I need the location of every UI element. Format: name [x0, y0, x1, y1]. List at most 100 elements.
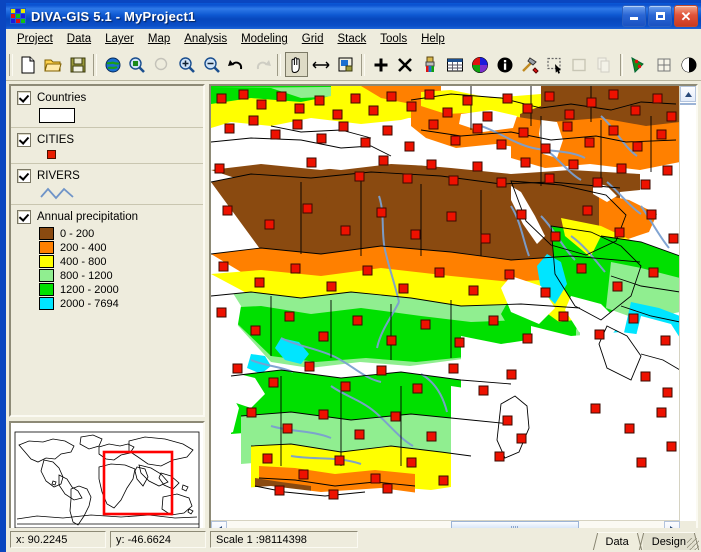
remove-layer-button[interactable]: [394, 52, 417, 77]
undo-zoom-icon: [227, 59, 242, 69]
measure-distance-button[interactable]: [310, 52, 333, 77]
add-layer-icon: [374, 58, 388, 71]
tab-data[interactable]: Data: [596, 532, 638, 550]
layer-item-annual-precipitation[interactable]: Annual precipitation 0 - 200 200 - 400 4…: [11, 205, 203, 315]
menu-bar: Project Data Layer Map Analysis Modeling…: [6, 29, 701, 49]
layer-label-rivers: RIVERS: [37, 170, 80, 182]
redo-zoom-button[interactable]: [250, 52, 273, 77]
legend-color-swatch: [39, 255, 54, 268]
chevron-up-icon: [684, 91, 692, 97]
clear-selection-button[interactable]: [568, 52, 591, 77]
legend-class-label: 200 - 400: [60, 241, 107, 254]
save-project-button[interactable]: [67, 52, 90, 77]
legend-class-label: 800 - 1200: [60, 269, 113, 282]
zoom-in-button[interactable]: [176, 52, 199, 77]
title-bar: DIVA-GIS 5.1 - MyProject1 ✕: [6, 3, 701, 29]
scroll-up-button[interactable]: [680, 86, 696, 102]
point-to-grid-icon: [631, 56, 644, 73]
layer-checkbox-countries[interactable]: [17, 91, 31, 105]
menu-analysis-label: Analysis: [184, 33, 228, 45]
window-title: DIVA-GIS 5.1 - MyProject1: [31, 8, 196, 24]
menu-modeling[interactable]: Modeling: [234, 31, 295, 47]
layer-checkbox-annual-precipitation[interactable]: [17, 210, 31, 224]
layer-properties-button[interactable]: [419, 52, 442, 77]
status-bar: x: 90.2245 y: -46.6624 Scale 1 :98114398…: [6, 528, 701, 552]
zoom-previous-button[interactable]: [151, 52, 174, 77]
menu-tools-label: Tools: [380, 33, 408, 45]
zoom-to-layer-icon: [129, 56, 146, 73]
polygon-swatch-icon: [39, 108, 75, 123]
menu-stack[interactable]: Stack: [330, 31, 373, 47]
tools-button[interactable]: [518, 52, 541, 77]
point-to-grid-button[interactable]: [627, 52, 650, 77]
grid-button[interactable]: [652, 52, 675, 77]
legend-class-row: 400 - 800: [39, 255, 203, 268]
main-map-canvas[interactable]: [211, 86, 680, 521]
identify-button[interactable]: [493, 52, 516, 77]
legend-button[interactable]: [469, 52, 492, 77]
close-button[interactable]: ✕: [674, 5, 698, 27]
zoom-out-button[interactable]: [201, 52, 224, 77]
menu-data-label: Data: [66, 33, 92, 45]
menu-map[interactable]: Map: [141, 31, 177, 47]
legend-class-row: 2000 - 7694: [39, 297, 203, 310]
map-vertical-scrollbar[interactable]: [679, 86, 696, 521]
legend-color-swatch: [39, 297, 54, 310]
add-layer-button[interactable]: [369, 52, 392, 77]
globe-button[interactable]: [677, 52, 700, 77]
menu-layer[interactable]: Layer: [98, 31, 141, 47]
new-project-button[interactable]: [17, 52, 40, 77]
resize-grip-icon[interactable]: [687, 538, 699, 550]
layers-legend-panel[interactable]: Countries CITIES RIVERS Annual precipita…: [9, 84, 205, 417]
layer-checkbox-cities[interactable]: [17, 133, 31, 147]
menu-analysis[interactable]: Analysis: [177, 31, 234, 47]
legend-class-label: 400 - 800: [60, 255, 107, 268]
layer-item-cities[interactable]: CITIES: [11, 128, 203, 164]
menu-tools[interactable]: Tools: [373, 31, 414, 47]
legend-class-label: 2000 - 7694: [60, 297, 119, 310]
clear-selection-icon: [572, 58, 587, 71]
menu-project[interactable]: Project: [10, 31, 60, 47]
world-overview-map[interactable]: [9, 421, 205, 539]
main-toolbar: [6, 49, 701, 81]
remove-layer-icon: [398, 57, 413, 72]
minimize-button[interactable]: [622, 5, 646, 27]
open-project-icon: [44, 59, 62, 71]
legend-color-swatch: [39, 269, 54, 282]
layer-symbol-cities: [39, 150, 203, 159]
close-icon: ✕: [680, 8, 692, 24]
menu-data[interactable]: Data: [60, 31, 98, 47]
zoom-to-layer-button[interactable]: [126, 52, 149, 77]
status-map-scale: Scale 1 :98114398: [210, 531, 358, 548]
select-by-box-icon: [338, 57, 353, 71]
map-frame: [209, 84, 698, 539]
zoom-full-extent-button[interactable]: [101, 52, 124, 77]
toolbar-separator: [361, 53, 366, 76]
map-graphic: [211, 86, 680, 521]
maximize-button[interactable]: [648, 5, 672, 27]
maximize-icon: [655, 12, 665, 20]
menu-help[interactable]: Help: [414, 31, 452, 47]
vertical-scroll-thumb[interactable]: [680, 103, 696, 105]
undo-zoom-button[interactable]: [225, 52, 248, 77]
tools-hammer-icon: [521, 56, 539, 74]
layer-item-countries[interactable]: Countries: [11, 86, 203, 128]
point-swatch-icon: [47, 150, 56, 159]
toolbar-separator: [93, 53, 98, 76]
copy-records-button[interactable]: [593, 52, 616, 77]
layer-item-rivers[interactable]: RIVERS: [11, 164, 203, 205]
zoom-in-icon: [179, 56, 196, 73]
select-rectangle-button[interactable]: [543, 52, 566, 77]
select-features-button[interactable]: [335, 52, 358, 77]
toolbar-separator: [619, 53, 624, 76]
window-controls: ✕: [622, 5, 698, 27]
menu-grid[interactable]: Grid: [295, 31, 331, 47]
open-project-button[interactable]: [42, 52, 65, 77]
save-project-icon: [70, 57, 86, 72]
tab-data-label: Data: [605, 535, 629, 548]
zoom-out-icon: [204, 56, 220, 73]
layer-properties-paint-icon: [425, 56, 435, 72]
pan-button[interactable]: [284, 52, 308, 77]
layer-checkbox-rivers[interactable]: [17, 169, 31, 183]
open-table-button[interactable]: [444, 52, 467, 77]
